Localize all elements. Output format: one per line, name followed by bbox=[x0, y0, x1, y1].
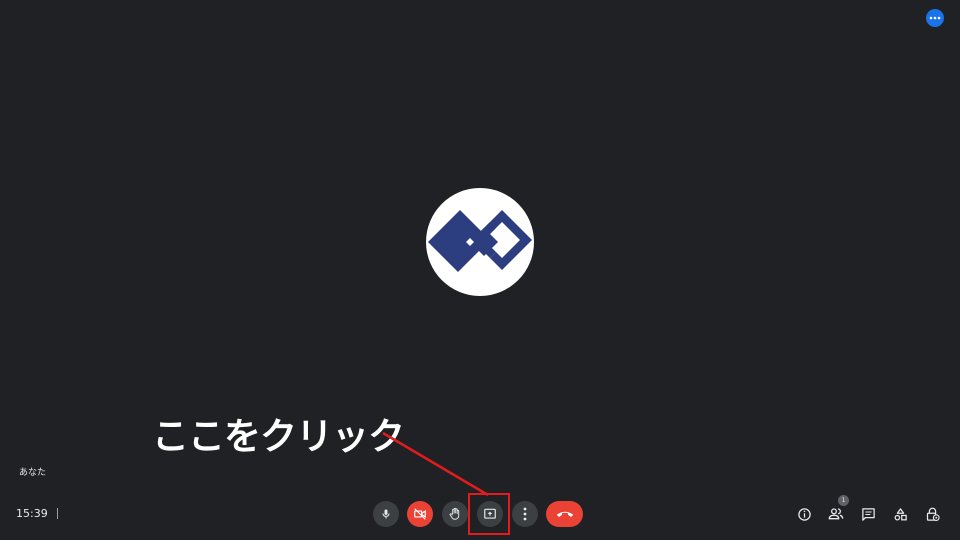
leave-call-button[interactable] bbox=[546, 501, 583, 527]
people-icon bbox=[828, 508, 844, 520]
chat-icon bbox=[861, 507, 875, 521]
participant-avatar bbox=[426, 188, 534, 296]
more-vert-icon bbox=[523, 507, 527, 521]
host-controls-icon bbox=[926, 507, 940, 521]
mic-icon bbox=[382, 509, 390, 519]
call-end-icon bbox=[556, 511, 573, 517]
clock-time: 15:39 bbox=[16, 507, 48, 520]
people-count-badge: 1 bbox=[838, 495, 849, 506]
mic-button[interactable] bbox=[373, 501, 399, 527]
highlight-frame bbox=[468, 493, 510, 535]
hand-icon bbox=[449, 507, 460, 520]
videocam-off-icon bbox=[414, 508, 426, 520]
meeting-stage: あなた ここをクリック 15:39 1 bbox=[0, 0, 960, 540]
participant-name: あなた bbox=[19, 468, 47, 478]
divider bbox=[56, 508, 58, 519]
chat-button[interactable] bbox=[858, 504, 878, 524]
host-controls-button[interactable] bbox=[922, 504, 942, 524]
annotation-label: ここをクリック bbox=[152, 415, 405, 458]
meeting-clock: 15:39 bbox=[16, 507, 58, 520]
more-horiz-icon[interactable] bbox=[926, 9, 944, 27]
more-options-button[interactable] bbox=[512, 501, 538, 527]
people-button[interactable] bbox=[826, 504, 846, 524]
camera-toggle-button[interactable] bbox=[407, 501, 433, 527]
meeting-info-button[interactable] bbox=[794, 504, 814, 524]
company-logo bbox=[428, 210, 532, 272]
info-icon bbox=[797, 507, 811, 521]
activities-button[interactable] bbox=[890, 504, 910, 524]
activities-icon bbox=[894, 507, 907, 520]
raise-hand-button[interactable] bbox=[442, 501, 468, 527]
